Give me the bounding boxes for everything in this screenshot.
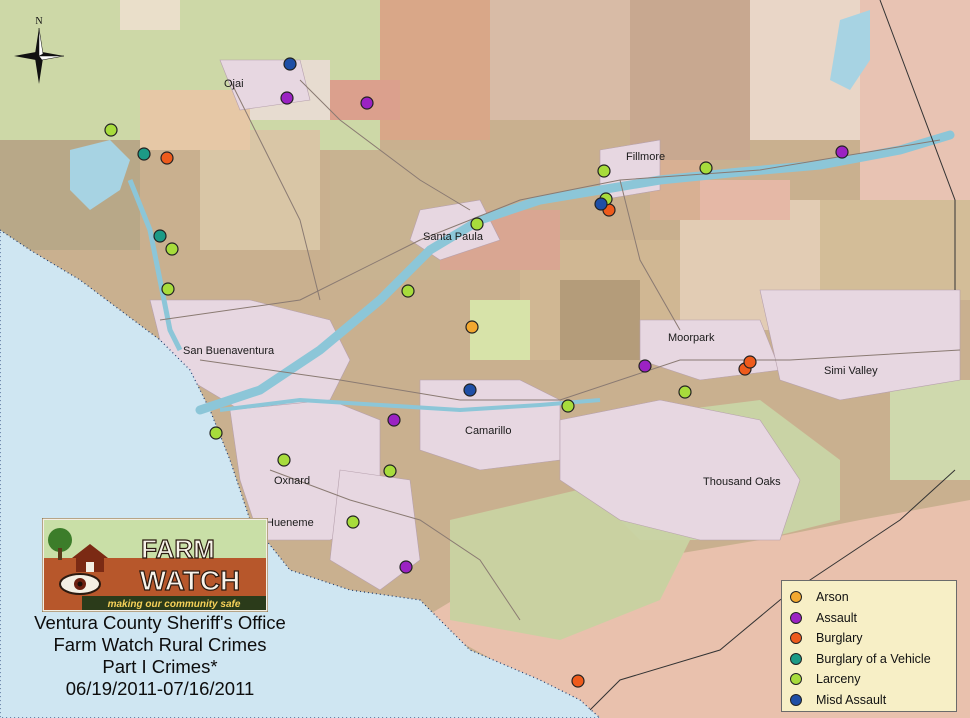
legend-swatch-arson — [790, 591, 802, 604]
city-label-moorpark: Moorpark — [668, 332, 715, 344]
legend-item-misd-assault: Misd Assault — [790, 690, 956, 711]
incident-marker-larceny[interactable] — [383, 464, 397, 478]
incident-marker-larceny[interactable] — [346, 515, 360, 529]
title-line-agency: Ventura County Sheriff's Office — [34, 612, 286, 633]
logo-farm-text: FARM — [141, 534, 215, 564]
legend-label: Burglary — [816, 631, 863, 646]
incident-marker-burglary[interactable] — [160, 151, 174, 165]
incident-marker-arson[interactable] — [465, 320, 479, 334]
incident-marker-burglary-vehicle[interactable] — [153, 229, 167, 243]
incident-marker-larceny[interactable] — [161, 282, 175, 296]
incident-marker-larceny[interactable] — [209, 426, 223, 440]
incident-marker-assault[interactable] — [280, 91, 294, 105]
legend-item-burglary: Burglary — [790, 628, 956, 649]
legend-item-larceny: Larceny — [790, 669, 956, 690]
city-label-san-buenaventura: San Buenaventura — [183, 345, 275, 357]
incident-marker-assault[interactable] — [399, 560, 413, 574]
city-label-santa-paula: Santa Paula — [423, 231, 484, 243]
incident-marker-larceny[interactable] — [165, 242, 179, 256]
compass-north-label: N — [35, 16, 42, 27]
legend-item-burglary-vehicle: Burglary of a Vehicle — [790, 649, 956, 670]
incident-marker-assault[interactable] — [360, 96, 374, 110]
legend-label: Larceny — [816, 672, 861, 687]
incident-marker-misd-assault[interactable] — [463, 383, 477, 397]
incident-marker-larceny[interactable] — [104, 123, 118, 137]
city-label-camarillo: Camarillo — [465, 425, 511, 437]
legend-swatch-burglary — [790, 632, 802, 645]
legend-swatch-burglary-vehicle — [790, 652, 802, 665]
incident-marker-misd-assault[interactable] — [283, 57, 297, 71]
incident-marker-larceny[interactable] — [597, 164, 611, 178]
legend-swatch-misd-assault — [790, 693, 802, 706]
legend-swatch-larceny — [790, 673, 802, 686]
incident-marker-larceny[interactable] — [470, 217, 484, 231]
incident-marker-larceny[interactable] — [561, 399, 575, 413]
logo-watch-text: WATCH — [140, 565, 241, 596]
incident-marker-larceny[interactable] — [678, 385, 692, 399]
incident-marker-burglary[interactable] — [743, 355, 757, 369]
incident-marker-misd-assault[interactable] — [594, 197, 608, 211]
city-label-oxnard: Oxnard — [274, 475, 310, 487]
city-label-simi-valley: Simi Valley — [824, 365, 878, 377]
legend-label: Arson — [816, 590, 849, 605]
incident-marker-assault[interactable] — [835, 145, 849, 159]
legend-label: Misd Assault — [816, 692, 887, 707]
city-label-fillmore: Fillmore — [626, 151, 665, 163]
legend-item-arson: Arson — [790, 587, 956, 608]
incident-marker-assault[interactable] — [387, 413, 401, 427]
incident-marker-burglary[interactable] — [571, 674, 585, 688]
compass-rose-icon: N — [14, 16, 65, 84]
legend-label: Assault — [816, 610, 857, 625]
city-label-thousand-oaks: Thousand Oaks — [703, 476, 781, 488]
farm-watch-logo: FARM WATCH making our community safe — [41, 517, 269, 613]
legend-swatch-assault — [790, 611, 802, 624]
incident-marker-larceny[interactable] — [699, 161, 713, 175]
city-label-hueneme: Hueneme — [266, 517, 314, 529]
title-line-program: Farm Watch Rural Crimes — [53, 634, 267, 655]
incident-marker-larceny[interactable] — [401, 284, 415, 298]
incident-marker-larceny[interactable] — [277, 453, 291, 467]
city-label-ojai: Ojai — [224, 78, 244, 90]
incident-marker-assault[interactable] — [638, 359, 652, 373]
map-legend: Arson Assault Burglary Burglary of a Veh… — [781, 580, 957, 712]
title-line-category: Part I Crimes* — [102, 656, 218, 677]
incident-marker-burglary-vehicle[interactable] — [137, 147, 151, 161]
map-title-block: Ventura County Sheriff's Office Farm Wat… — [0, 612, 320, 700]
title-line-dates: 06/19/2011-07/16/2011 — [65, 678, 255, 699]
legend-label: Burglary of a Vehicle — [816, 651, 931, 666]
legend-item-assault: Assault — [790, 608, 956, 629]
logo-tagline: making our community safe — [108, 599, 241, 610]
